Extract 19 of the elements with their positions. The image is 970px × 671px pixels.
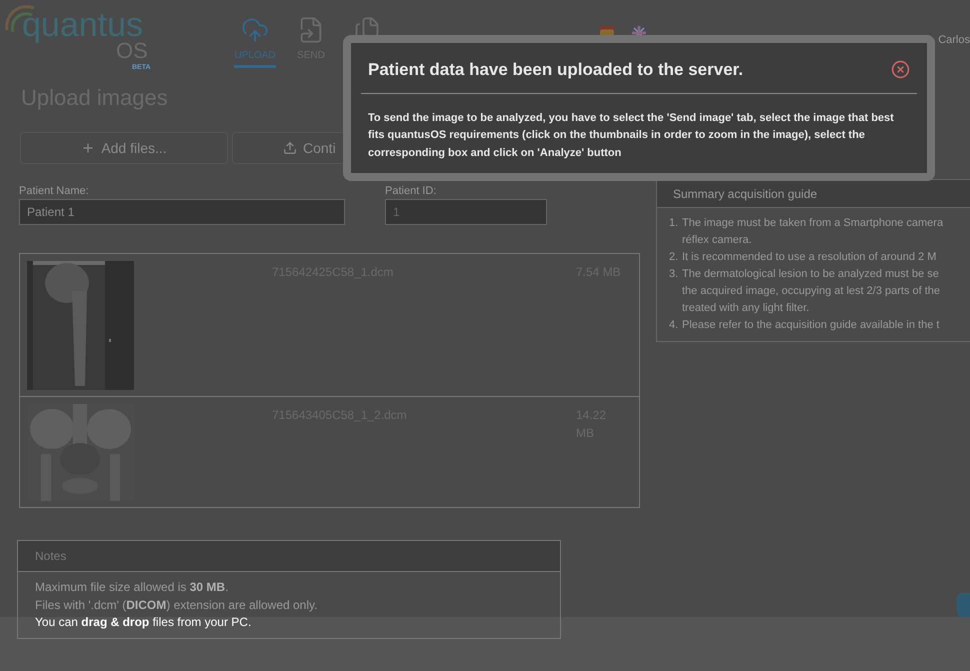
- guide-text: treated with any light filter.: [682, 301, 810, 316]
- list-number: 1.: [669, 216, 680, 231]
- list-number: 4.: [669, 318, 680, 333]
- guide-text: Please refer to the acquisition guide available in the t: [682, 318, 940, 333]
- guide-text: The image must be taken from a Smartphone camera: [682, 216, 944, 231]
- guide-title: Summary acquisition guide: [673, 186, 818, 202]
- note-line: Files with '.dcm' (DICOM) extension are allowed only.: [35, 596, 318, 614]
- guide-text: The dermatological lesion to be analyzed must be se: [682, 267, 940, 282]
- list-number: 3.: [669, 267, 680, 282]
- guide-text: the acquired image, occupying at lest 2/3 parts of the: [682, 284, 940, 299]
- notes-title: Notes: [35, 548, 66, 565]
- note-line: Maximum file size allowed is 30 MB.: [35, 579, 230, 596]
- field-label: Patient Name:: [19, 184, 90, 198]
- note-line: You can drag & drop files from your PC.: [35, 614, 252, 631]
- list-number: 2.: [669, 250, 680, 265]
- guide-text: It is recommended to use a resolution of around 2 M: [682, 250, 936, 265]
- guide-text: réflex camera.: [682, 233, 753, 248]
- field-label: Patient ID:: [385, 184, 438, 198]
- dialog-title: Patient data have been uploaded to the server.: [368, 59, 744, 81]
